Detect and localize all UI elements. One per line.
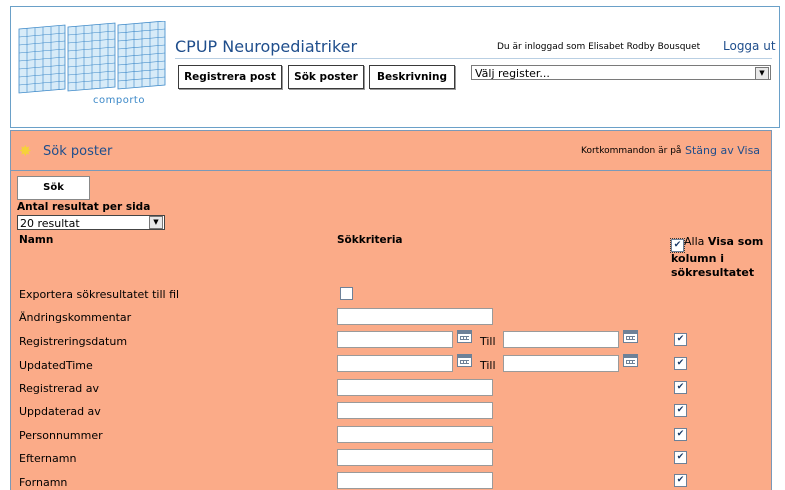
row-label-change-comment: Ändringskommentar (19, 311, 132, 324)
per-page-value: 20 resultat (20, 217, 80, 230)
till-label: Till (480, 335, 496, 348)
show-column-checkbox[interactable]: ✔ (674, 428, 687, 441)
show-column-checkbox[interactable]: ✔ (674, 333, 687, 346)
show-all-label: Alla (684, 235, 705, 248)
calendar-icon[interactable] (623, 354, 638, 367)
star-icon: ✸ (19, 142, 32, 160)
row-label-registered-by: Registrerad av (19, 382, 100, 395)
export-checkbox[interactable] (340, 287, 353, 300)
updated-time-from-input[interactable] (337, 355, 453, 372)
description-button[interactable]: Beskrivning (369, 65, 455, 89)
column-header-name: Namn (19, 234, 54, 246)
header: comporto CPUP Neuropediatriker Du är inl… (10, 6, 780, 128)
registration-date-from-input[interactable] (337, 331, 453, 348)
register-select-value: Välj register... (475, 67, 550, 80)
per-page-select[interactable]: 20 resultat ▼ (17, 215, 165, 230)
register-post-button[interactable]: Registrera post (178, 65, 282, 89)
show-column-checkbox[interactable]: ✔ (674, 404, 687, 417)
column-header-criteria: Sökkriteria (337, 234, 403, 246)
shortcut-toggle-link[interactable]: Stäng av Visa (685, 144, 760, 157)
first-name-input[interactable] (337, 472, 493, 489)
row-label-registration-date: Registreringsdatum (19, 335, 128, 348)
calendar-icon[interactable] (457, 330, 472, 343)
search-posts-button[interactable]: Sök poster (288, 65, 364, 89)
logout-link[interactable]: Logga ut (723, 39, 776, 53)
change-comment-input[interactable] (337, 308, 493, 325)
row-label-export: Exportera sökresultatet till fil (19, 288, 180, 301)
show-column-checkbox[interactable]: ✔ (674, 357, 687, 370)
per-page-label: Antal resultat per sida (17, 201, 151, 213)
row-label-updated-by: Uppdaterad av (19, 405, 101, 418)
chevron-down-icon[interactable]: ▼ (149, 216, 163, 229)
app-title: CPUP Neuropediatriker (175, 37, 358, 56)
panel-title-bar: ✸ Sök poster Kortkommandon är på Stäng a… (11, 131, 771, 171)
last-name-input[interactable] (337, 449, 493, 466)
row-label-personal-number: Personnummer (19, 429, 103, 442)
shortcut-status: Kortkommandon är på (581, 146, 682, 156)
title-divider (175, 58, 477, 59)
calendar-icon[interactable] (623, 330, 638, 343)
show-column-checkbox[interactable]: ✔ (674, 451, 687, 464)
calendar-icon[interactable] (457, 354, 472, 367)
logo-text: comporto (93, 95, 145, 106)
show-column-checkbox[interactable]: ✔ (674, 381, 687, 394)
updated-by-input[interactable] (337, 402, 493, 419)
registered-by-input[interactable] (337, 379, 493, 396)
register-select[interactable]: Välj register... ▼ (471, 65, 771, 80)
updated-time-to-input[interactable] (503, 355, 619, 372)
header-divider (472, 58, 772, 59)
search-panel: ✸ Sök poster Kortkommandon är på Stäng a… (10, 130, 772, 490)
show-column-checkbox[interactable]: ✔ (674, 474, 687, 487)
personal-number-input[interactable] (337, 426, 493, 443)
till-label: Till (480, 359, 496, 372)
registration-date-to-input[interactable] (503, 331, 619, 348)
search-button[interactable]: Sök (17, 176, 90, 200)
column-header-show: ✔ Alla Visa som kolumn i sökresultatet (670, 235, 766, 280)
row-label-last-name: Efternamn (19, 452, 77, 465)
user-info: Du är inloggad som Elisabet Rodby Bousqu… (497, 42, 701, 52)
row-label-updated-time: UpdatedTime (19, 359, 93, 372)
show-all-checkbox[interactable]: ✔ (670, 238, 685, 253)
panel-title: Sök poster (43, 144, 113, 159)
row-label-first-name: Fornamn (19, 476, 68, 489)
chevron-down-icon[interactable]: ▼ (755, 67, 769, 80)
